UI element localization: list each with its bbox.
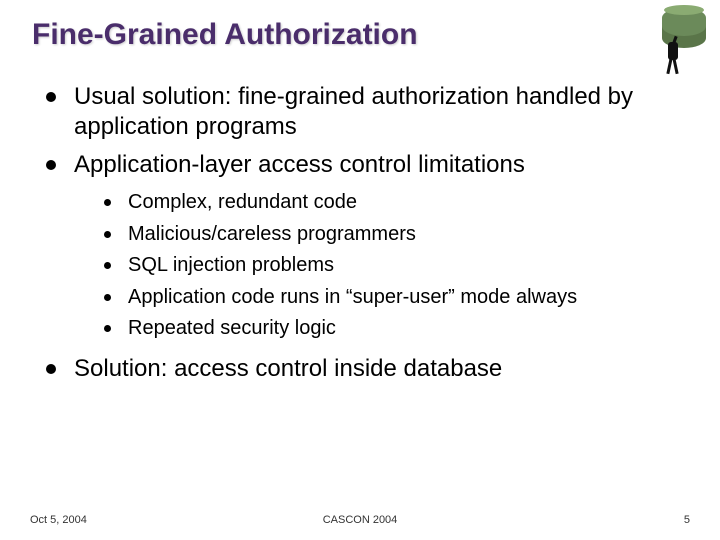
bullet-item: Usual solution: fine-grained authorizati… (46, 82, 688, 142)
sub-bullet-item: SQL injection problems (104, 253, 688, 279)
sub-bullet-text: SQL injection problems (128, 254, 334, 276)
footer-conference: CASCON 2004 (0, 514, 720, 526)
sub-bullet-text: Application code runs in “super-user” mo… (128, 286, 577, 308)
bullet-item: Solution: access control inside database (46, 354, 688, 384)
corner-graphic (640, 8, 706, 86)
bullet-item: Application-layer access control limitat… (46, 150, 688, 342)
slide: Fine-Grained Authorization Usual solutio… (0, 0, 720, 540)
footer-page-number: 5 (684, 514, 690, 526)
database-icon (662, 8, 706, 36)
slide-footer: Oct 5, 2004 CASCON 2004 5 (0, 514, 720, 526)
bullet-text: Solution: access control inside database (74, 355, 502, 382)
sub-bullet-text: Malicious/careless programmers (128, 223, 416, 245)
sub-bullet-item: Application code runs in “super-user” mo… (104, 285, 688, 311)
footer-date: Oct 5, 2004 (30, 514, 87, 526)
sub-bullet-list: Complex, redundant code Malicious/carele… (74, 190, 688, 342)
sub-bullet-item: Complex, redundant code (104, 190, 688, 216)
sub-bullet-item: Repeated security logic (104, 316, 688, 342)
sub-bullet-text: Repeated security logic (128, 317, 336, 339)
sub-bullet-item: Malicious/careless programmers (104, 222, 688, 248)
bullet-list: Usual solution: fine-grained authorizati… (32, 82, 688, 384)
slide-title: Fine-Grained Authorization (32, 18, 688, 52)
person-hanging-icon (660, 36, 688, 80)
bullet-text: Application-layer access control limitat… (74, 151, 525, 178)
sub-bullet-text: Complex, redundant code (128, 191, 357, 213)
bullet-text: Usual solution: fine-grained authorizati… (74, 83, 633, 140)
